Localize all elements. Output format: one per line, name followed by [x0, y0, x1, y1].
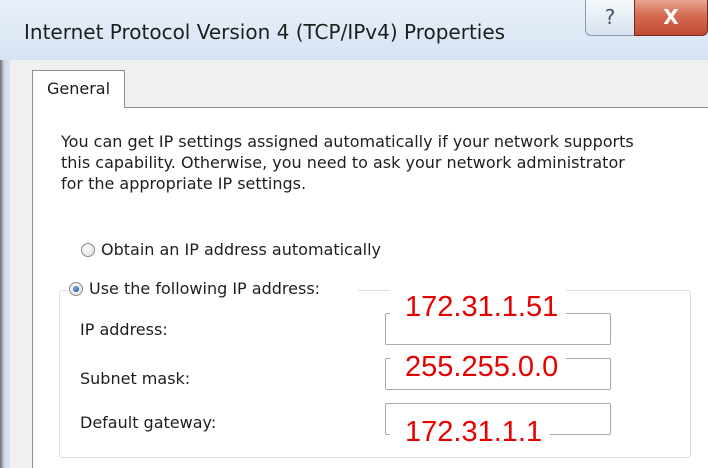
intro-text: You can get IP settings assigned automat… — [61, 131, 691, 194]
default-gateway-value: 172.31.1.1 — [390, 414, 551, 450]
obtain-ip-auto-radio[interactable] — [81, 243, 95, 257]
close-button[interactable]: X — [634, 0, 708, 36]
intro-line: this capability. Otherwise, you need to … — [61, 153, 625, 172]
obtain-ip-auto-label[interactable]: Obtain an IP address automatically — [101, 240, 381, 259]
help-icon: ? — [604, 5, 616, 29]
title-bar[interactable]: Internet Protocol Version 4 (TCP/IPv4) P… — [0, 0, 708, 60]
window-title: Internet Protocol Version 4 (TCP/IPv4) P… — [24, 20, 506, 44]
ip-address-value: 172.31.1.51 — [390, 289, 567, 325]
intro-line: You can get IP settings assigned automat… — [61, 132, 634, 151]
window-left-border — [0, 0, 10, 468]
subnet-mask-label: Subnet mask: — [80, 369, 191, 388]
default-gateway-label: Default gateway: — [80, 413, 217, 432]
tab-general[interactable]: General — [32, 70, 125, 108]
ip-address-label: IP address: — [80, 320, 168, 339]
tcpip-properties-dialog: Internet Protocol Version 4 (TCP/IPv4) P… — [0, 0, 708, 468]
use-static-ip-label[interactable]: Use the following IP address: — [89, 279, 320, 298]
intro-line: for the appropriate IP settings. — [61, 174, 307, 193]
tab-general-label: General — [46, 79, 111, 98]
use-static-ip-radio[interactable] — [69, 282, 83, 296]
close-icon: X — [663, 5, 679, 29]
help-button[interactable]: ? — [585, 0, 635, 36]
subnet-mask-value: 255.255.0.0 — [390, 349, 567, 385]
